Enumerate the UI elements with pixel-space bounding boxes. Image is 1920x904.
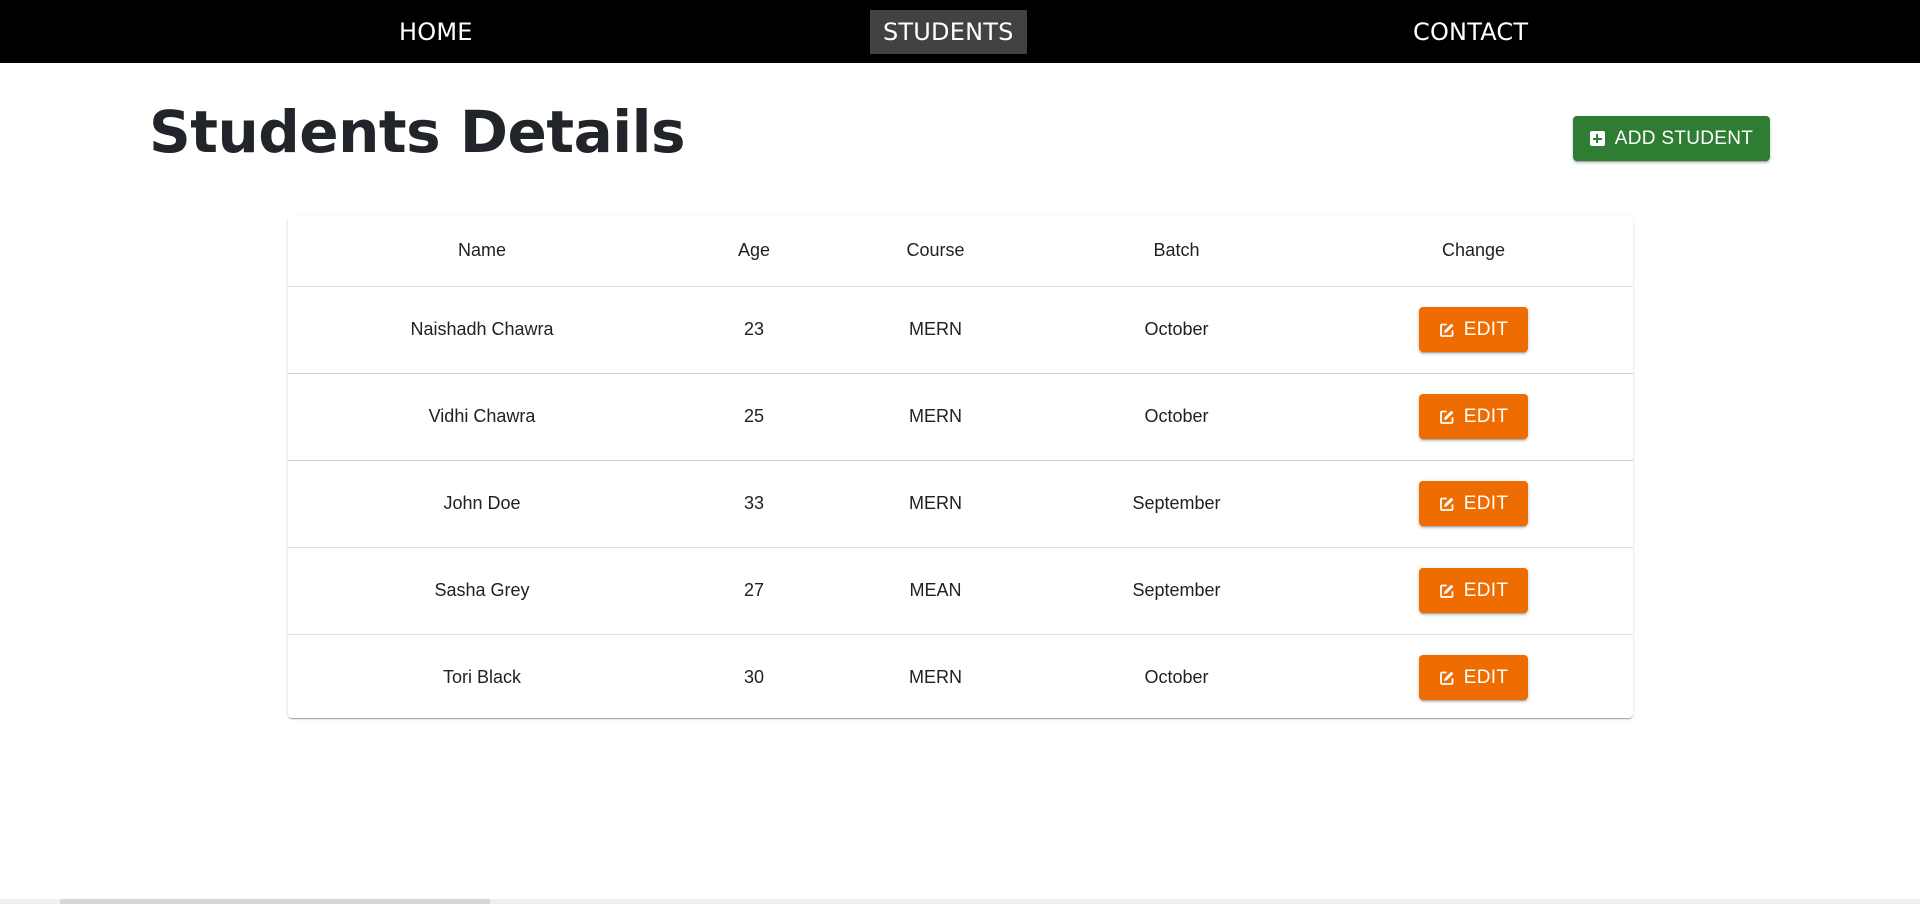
cell-course: MERN [832,286,1039,374]
cell-name: Naishadh Chawra [288,286,676,374]
cell-change: EDIT [1314,547,1633,635]
students-table-card: Name Age Course Batch Change Naishadh Ch… [288,216,1633,718]
edit-button[interactable]: EDIT [1419,481,1528,526]
column-header-name[interactable]: Name [288,216,676,287]
edit-button-label: EDIT [1463,405,1509,427]
edit-icon [1439,671,1454,685]
plus-square-icon [1589,131,1605,146]
cell-batch: September [1039,547,1314,635]
cell-batch: September [1039,460,1314,548]
students-table: Name Age Course Batch Change Naishadh Ch… [288,216,1633,718]
horizontal-scrollbar[interactable] [0,899,1920,904]
edit-icon [1439,323,1454,337]
cell-course: MEAN [832,547,1039,635]
table-row: John Doe 33 MERN September EDIT [288,460,1633,548]
table-body: Naishadh Chawra 23 MERN October EDIT Vid… [288,286,1633,718]
top-navbar: HOME STUDENTS CONTACT [0,0,1920,63]
cell-batch: October [1144,667,1209,688]
cell-course: MERN [832,373,1039,461]
cell-change: EDIT [1314,460,1633,548]
column-header-change: Change [1314,216,1633,287]
column-header-course[interactable]: Course [832,216,1039,287]
cell-age: 23 [676,286,832,374]
table-row: Vidhi Chawra 25 MERN October EDIT [288,373,1633,461]
nav-students-link[interactable]: STUDENTS [870,10,1027,54]
cell-batch: October [1039,286,1314,374]
edit-button[interactable]: EDIT [1419,307,1528,352]
cell-name: Vidhi Chawra [288,373,676,461]
scrollbar-thumb[interactable] [60,899,490,904]
cell-change: EDIT [1314,373,1633,461]
cell-batch: October [1039,373,1314,461]
table-row: Sasha Grey 27 MEAN September EDIT [288,547,1633,635]
edit-button-label: EDIT [1463,318,1509,340]
page-title: Students Details [149,98,686,166]
add-student-button[interactable]: ADD STUDENT [1573,116,1770,161]
table-row: Tori Black 30 MERN October EDIT [288,634,1633,718]
edit-button-label: EDIT [1463,666,1509,688]
cell-age: 25 [676,373,832,461]
cell-course: MERN [832,460,1039,548]
edit-button-label: EDIT [1463,492,1509,514]
add-student-label: ADD STUDENT [1614,127,1754,149]
edit-button-label: EDIT [1463,579,1509,601]
edit-icon [1439,497,1454,511]
edit-button[interactable]: EDIT [1419,655,1528,701]
edit-button[interactable]: EDIT [1419,568,1528,613]
cell-name: Sasha Grey [288,547,676,635]
cell-change: EDIT [1314,634,1633,718]
edit-button[interactable]: EDIT [1419,394,1528,439]
table-header: Name Age Course Batch Change [288,216,1633,287]
cell-name: Tori Black [442,667,522,688]
nav-contact-link[interactable]: CONTACT [1400,10,1541,54]
table-row: Naishadh Chawra 23 MERN October EDIT [288,286,1633,374]
cell-change: EDIT [1314,286,1633,374]
cell-age: 30 [743,667,765,688]
nav-home-link[interactable]: HOME [386,10,486,54]
edit-icon [1439,584,1454,598]
column-header-batch[interactable]: Batch [1039,216,1314,287]
table-header-row: Name Age Course Batch Change [288,216,1633,287]
edit-icon [1439,410,1454,424]
cell-age: 27 [676,547,832,635]
cell-age: 33 [676,460,832,548]
cell-course: MERN [909,667,962,688]
column-header-age[interactable]: Age [676,216,832,287]
cell-name: John Doe [288,460,676,548]
